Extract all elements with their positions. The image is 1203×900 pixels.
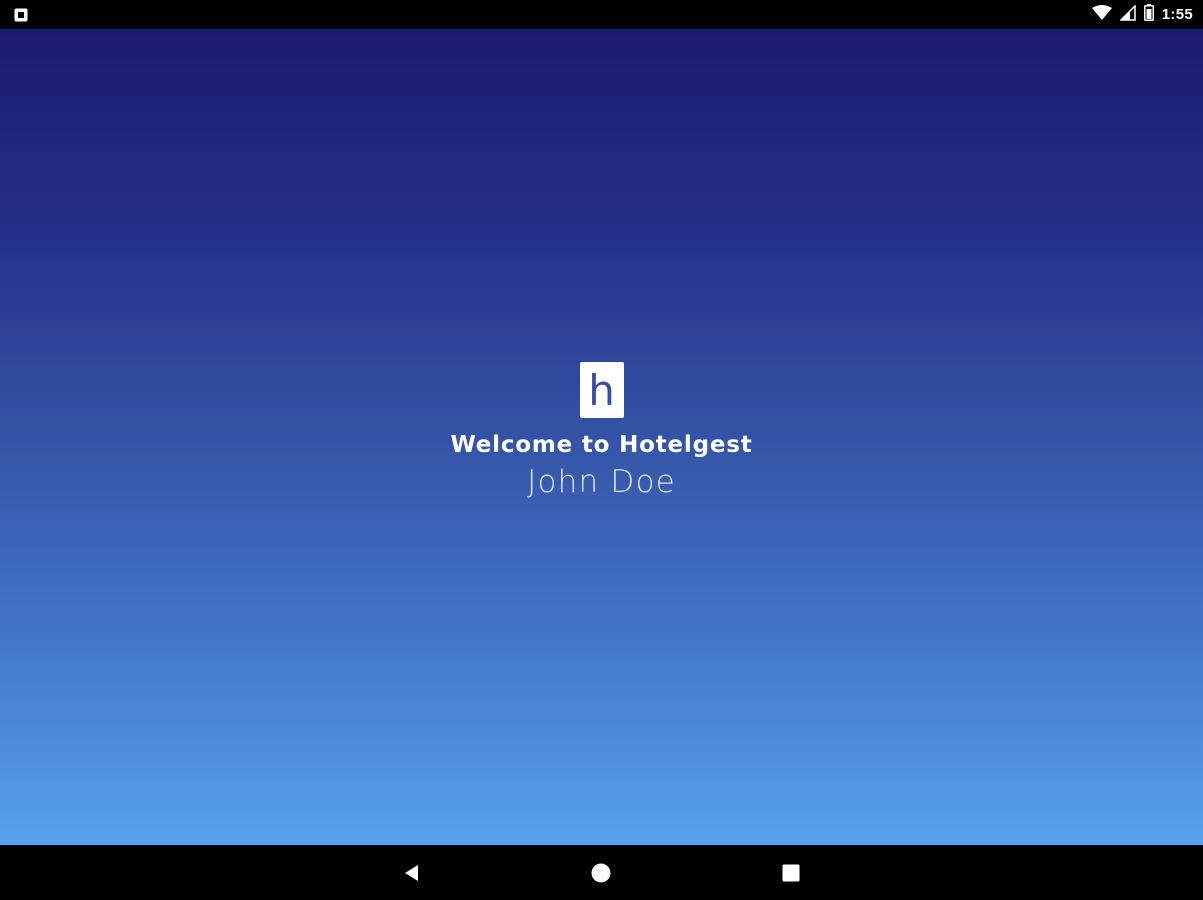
recents-icon [782, 864, 800, 882]
status-icons: 1:55 [1091, 0, 1193, 29]
splash-screen: h Welcome to Hotelgest John Doe [0, 29, 1203, 845]
battery-icon [1143, 4, 1154, 25]
back-button[interactable] [397, 859, 425, 887]
home-button[interactable] [587, 859, 615, 887]
logo-letter: h [588, 366, 615, 415]
cell-signal-icon [1118, 3, 1136, 25]
status-bar: 1:55 [0, 0, 1203, 29]
notification-icon [14, 7, 28, 22]
recents-button[interactable] [777, 859, 805, 887]
wifi-icon [1091, 4, 1112, 25]
back-icon [405, 865, 418, 881]
home-icon [591, 863, 611, 883]
navigation-bar [0, 845, 1203, 900]
welcome-block: h Welcome to Hotelgest John Doe [0, 362, 1203, 500]
app-screen: 1:55 h Welcome to Hotelgest John Doe [0, 0, 1203, 900]
welcome-text: Welcome to Hotelgest [450, 432, 753, 458]
user-name: John Doe [527, 464, 676, 500]
hotelgest-logo: h [579, 362, 624, 418]
status-time: 1:55 [1161, 6, 1193, 23]
